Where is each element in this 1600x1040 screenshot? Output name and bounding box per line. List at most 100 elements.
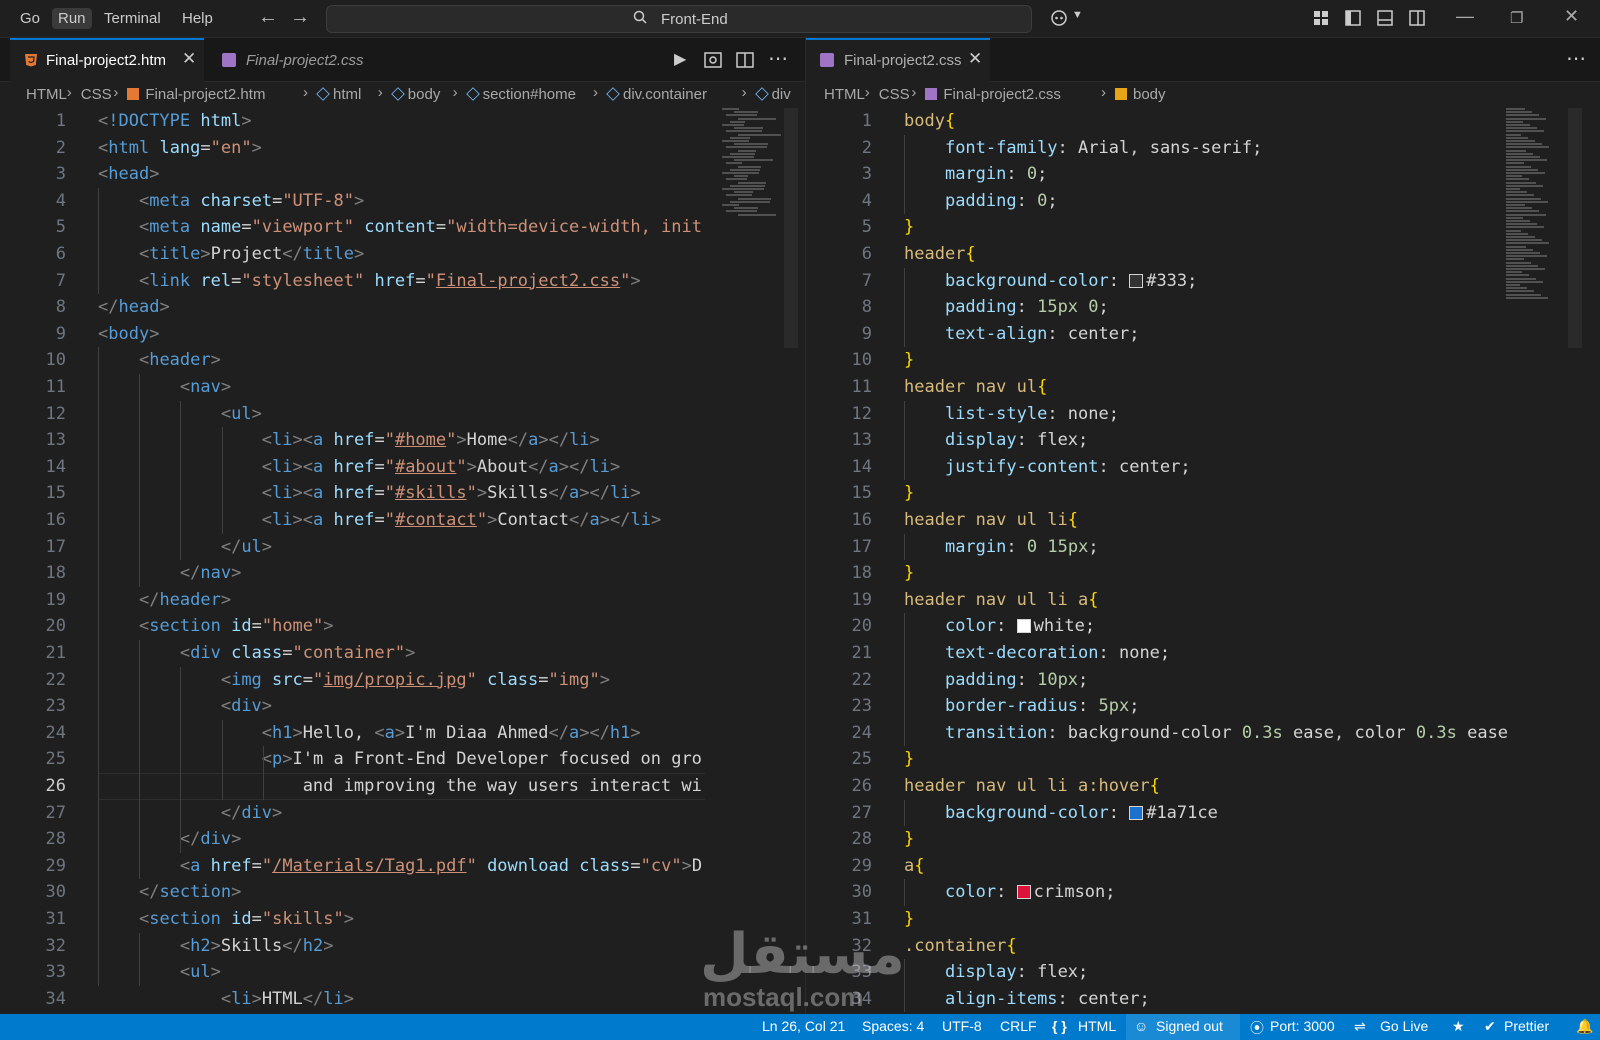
code-line[interactable]: 7 <link rel="stylesheet" href="Final-pro…	[0, 268, 805, 295]
more-actions-icon[interactable]: ⋯	[1566, 46, 1586, 71]
feedback-icon[interactable]: ★	[1452, 1018, 1465, 1035]
code-line[interactable]: 14 <li><a href="#about">About</a></li>	[0, 454, 805, 481]
code-line[interactable]: 5 <meta name="viewport" content="width=d…	[0, 214, 805, 241]
code-line[interactable]: 20 <section id="home">	[0, 613, 805, 640]
code-line[interactable]: 30 color: crimson;	[806, 879, 1600, 906]
code-line[interactable]: 16 <li><a href="#contact">Contact</a></l…	[0, 507, 805, 534]
code-line[interactable]: 5}	[806, 214, 1600, 241]
run-icon[interactable]: ▶	[674, 49, 686, 69]
tab-final-project2-css[interactable]: Final-project2.css	[204, 38, 396, 82]
code-line[interactable]: 11 <nav>	[0, 374, 805, 401]
code-line[interactable]: 4 <meta charset="UTF-8">	[0, 188, 805, 215]
code-line[interactable]: 9 text-align: center;	[806, 321, 1600, 348]
copilot-icon[interactable]	[1050, 9, 1068, 27]
code-line[interactable]: 1 <!DOCTYPE html>	[0, 108, 805, 135]
code-line[interactable]: 11 header nav ul{	[806, 374, 1600, 401]
customize-layout-icon[interactable]	[1312, 9, 1330, 27]
code-line[interactable]: 21 <div class="container">	[0, 640, 805, 667]
code-line[interactable]: 20 color: white;	[806, 613, 1600, 640]
breadcrumb-item[interactable]: Final-project2.htm	[127, 86, 265, 103]
code-line[interactable]: 29 <a href="/Materials/Tag1.pdf" downloa…	[0, 853, 805, 880]
code-line[interactable]: 28 </div>	[0, 826, 805, 853]
html-editor[interactable]: 1 <!DOCTYPE html> 2 <html lang="en"> 3 <head>…	[0, 108, 805, 1014]
code-line[interactable]: 8 padding: 15px 0;	[806, 294, 1600, 321]
code-line[interactable]: 21 text-decoration: none;	[806, 640, 1600, 667]
code-line[interactable]: 24 transition: background-color 0.3s eas…	[806, 720, 1600, 747]
code-line[interactable]: 17 </ul>	[0, 534, 805, 561]
code-line[interactable]: 10}	[806, 347, 1600, 374]
code-line[interactable]: 7 background-color: #333;	[806, 268, 1600, 295]
more-actions-icon[interactable]: ⋯	[768, 46, 788, 71]
code-line[interactable]: 27 background-color: #1a71ce	[806, 800, 1600, 827]
code-line[interactable]: 33 <ul>	[0, 959, 805, 986]
code-line[interactable]: 34 <li>HTML</li>	[0, 986, 805, 1013]
toggle-secondary-sidebar-icon[interactable]	[1408, 9, 1426, 27]
breadcrumb-item[interactable]: CSS	[81, 86, 112, 103]
toggle-panel-icon[interactable]	[1376, 9, 1394, 27]
breadcrumb-item[interactable]: html	[316, 86, 361, 103]
code-line[interactable]: 31 <section id="skills">	[0, 906, 805, 933]
code-line[interactable]: 18 </nav>	[0, 560, 805, 587]
menu-run[interactable]: Run	[52, 8, 92, 29]
close-tab-icon[interactable]: ✕	[968, 49, 982, 69]
close-tab-icon[interactable]: ✕	[182, 49, 196, 69]
breadcrumb-item[interactable]: div.container	[606, 86, 707, 103]
menu-terminal[interactable]: Terminal	[98, 8, 167, 29]
code-line[interactable]: 17 margin: 0 15px;	[806, 534, 1600, 561]
port-status[interactable]: Port: 3000	[1270, 1018, 1335, 1034]
code-line[interactable]: 6 <title>Project</title>	[0, 241, 805, 268]
vertical-scrollbar[interactable]	[784, 108, 798, 348]
vertical-scrollbar[interactable]	[1568, 108, 1582, 348]
code-line[interactable]: 26 header nav ul li a:hover{	[806, 773, 1600, 800]
split-editor-icon[interactable]	[736, 51, 754, 69]
code-line[interactable]: 30 </section>	[0, 879, 805, 906]
code-line[interactable]: 15 <li><a href="#skills">Skills</a></li>	[0, 480, 805, 507]
code-line[interactable]: 19 header nav ul li a{	[806, 587, 1600, 614]
code-line[interactable]: 9 <body>	[0, 321, 805, 348]
code-line[interactable]: 34 align-items: center;	[806, 986, 1600, 1013]
close-window-icon[interactable]: ✕	[1564, 6, 1579, 27]
code-line[interactable]: 22 padding: 10px;	[806, 667, 1600, 694]
back-arrow-icon[interactable]: ←	[258, 6, 278, 29]
forward-arrow-icon[interactable]: →	[290, 6, 310, 29]
code-line[interactable]: 16 header nav ul li{	[806, 507, 1600, 534]
code-line[interactable]: 28}	[806, 826, 1600, 853]
code-line[interactable]: 2 <html lang="en">	[0, 135, 805, 162]
minimap[interactable]	[722, 108, 784, 328]
code-line[interactable]: 19 </header>	[0, 587, 805, 614]
breadcrumb-item[interactable]: body	[1115, 86, 1166, 103]
code-line[interactable]: 23 <div>	[0, 693, 805, 720]
tab-final-project2-css-right[interactable]: Final-project2.css ✕	[806, 38, 990, 82]
go-live-button[interactable]: Go Live	[1380, 1018, 1428, 1034]
code-line[interactable]: 14 justify-content: center;	[806, 454, 1600, 481]
cursor-position[interactable]: Ln 26, Col 21	[762, 1018, 845, 1034]
code-line[interactable]: 12 list-style: none;	[806, 401, 1600, 428]
line-ending[interactable]: CRLF	[1000, 1018, 1037, 1034]
code-line[interactable]: 25}	[806, 746, 1600, 773]
open-preview-icon[interactable]	[704, 51, 722, 69]
code-line[interactable]: 31}	[806, 906, 1600, 933]
color-swatch[interactable]	[1016, 619, 1031, 634]
chevron-down-icon[interactable]: ▼	[1072, 9, 1083, 21]
bell-icon[interactable]: 🔔	[1576, 1018, 1593, 1035]
restore-icon[interactable]: ❐	[1510, 9, 1523, 27]
color-swatch[interactable]	[1129, 805, 1144, 820]
code-line[interactable]: 25 <p>I'm a Front-End Developer focused …	[0, 746, 805, 773]
code-line[interactable]: 32 <h2>Skills</h2>	[0, 933, 805, 960]
language-mode[interactable]: HTML	[1078, 1018, 1116, 1034]
code-line[interactable]: 27 </div>	[0, 800, 805, 827]
prettier-status[interactable]: Prettier	[1504, 1018, 1549, 1034]
signed-out-status[interactable]: Signed out	[1156, 1018, 1223, 1034]
code-line[interactable]: 15}	[806, 480, 1600, 507]
tab-final-project2-htm[interactable]: Final-project2.htm ✕	[10, 38, 204, 82]
code-line[interactable]: 32 .container{	[806, 933, 1600, 960]
code-line[interactable]: 12 <ul>	[0, 401, 805, 428]
minimize-icon[interactable]: —	[1456, 6, 1474, 27]
breadcrumb-item[interactable]: CSS	[879, 86, 910, 103]
code-line[interactable]: 3 <head>	[0, 161, 805, 188]
toggle-sidebar-icon[interactable]	[1344, 9, 1362, 27]
minimap[interactable]	[1506, 108, 1568, 328]
code-line[interactable]: 18}	[806, 560, 1600, 587]
command-center-search[interactable]: Front-End	[326, 5, 1032, 33]
css-editor[interactable]: 1 body{2 font-family: Arial, sans-serif; 3…	[806, 108, 1600, 1014]
